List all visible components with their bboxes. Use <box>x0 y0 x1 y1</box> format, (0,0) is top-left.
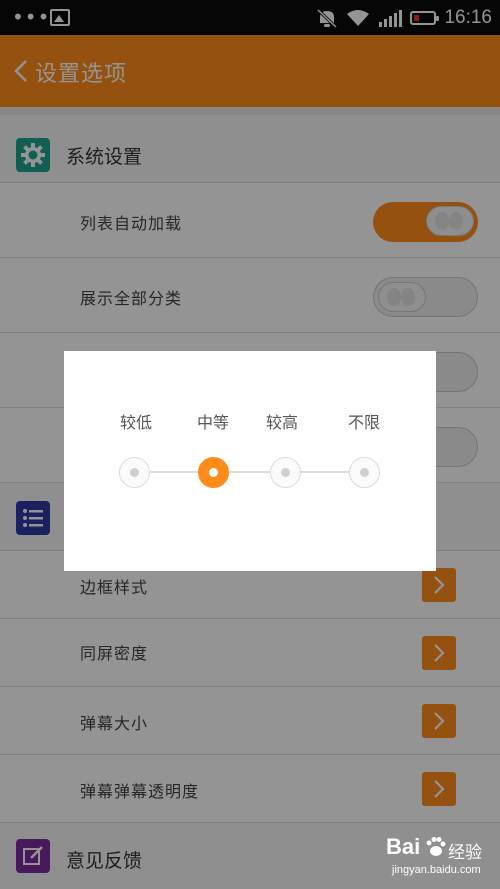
paw-icon <box>426 837 446 856</box>
level-slider-track <box>136 471 366 473</box>
watermark-product: 经验 <box>448 843 482 863</box>
level-label-medium: 中等 <box>196 413 229 432</box>
watermark-brand: Bai <box>386 834 421 859</box>
density-dialog: 较低 中等 较高 不限 <box>64 351 436 571</box>
level-label-high: 较高 <box>265 413 298 432</box>
level-option-high[interactable] <box>270 457 301 488</box>
baidu-watermark: Bai 经验 jingyan.baidu.com <box>386 834 496 884</box>
level-option-low[interactable] <box>119 457 150 488</box>
level-option-medium[interactable] <box>198 457 229 488</box>
watermark-url: jingyan.baidu.com <box>392 864 481 876</box>
level-label-unlimited: 不限 <box>347 413 380 432</box>
level-label-low: 较低 <box>119 413 152 432</box>
level-option-unlimited[interactable] <box>349 457 380 488</box>
